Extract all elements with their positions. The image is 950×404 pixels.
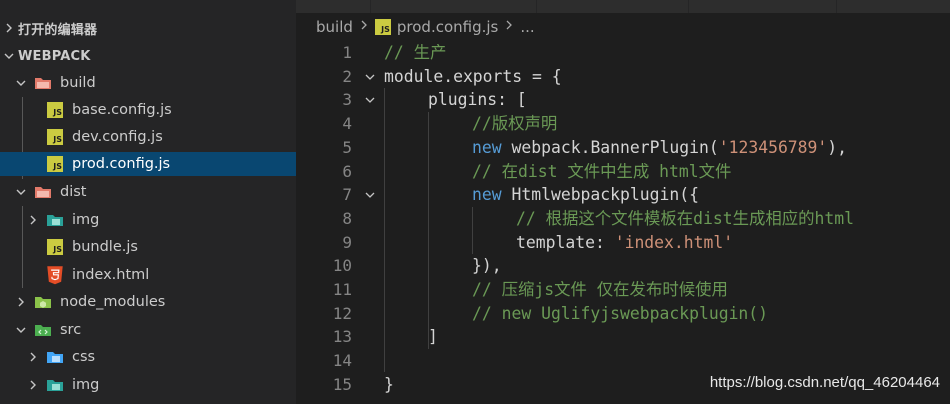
js-file-icon: JS [374,19,391,35]
line-number: 3 [342,90,352,110]
editor-tab-strip[interactable] [296,0,950,13]
folder-label: node_modules [60,294,166,310]
line-number: 12 [332,303,352,323]
chevron-right-icon [14,295,28,309]
tree-folder-node-modules[interactable]: node_modules [0,290,296,314]
breadcrumb-folder[interactable]: build [316,18,353,36]
code-line-10: }), [472,256,502,276]
js-file-icon: JS [46,129,64,145]
folder-label: src [60,322,82,338]
file-label: index.html [72,267,150,283]
code-line-15: } [384,374,394,394]
chevron-down-icon [14,76,28,90]
project-label: WEBPACK [18,48,91,64]
tab-divider [836,0,837,13]
file-label: bundle.js [72,239,138,255]
file-label: prod.config.js [72,156,171,172]
code-line-6: // 在dist 文件中生成 html文件 [472,161,732,181]
watermark-url: https://blog.csdn.net/qq_46204464 [709,374,940,391]
code-editor[interactable]: 1 2 3 4 5 6 7 8 9 10 11 12 13 14 15 // 生… [296,41,950,404]
open-editors-section[interactable]: 打开的编辑器 [0,16,296,40]
file-label: base.config.js [72,102,172,118]
tree-folder-dist-img[interactable]: img [0,208,296,232]
js-file-icon: JS [46,239,64,255]
code-line-3: plugins: [ [428,90,527,110]
line-number: 7 [342,185,352,205]
folder-build-icon [34,75,52,91]
chevron-right-icon [26,350,40,364]
tab-divider [688,0,689,13]
fold-chevron-icon[interactable] [364,65,376,89]
tree-folder-build[interactable]: build [0,71,296,95]
chevron-right-icon [26,378,40,392]
folder-images-icon [46,377,64,393]
chevron-right-icon [26,213,40,227]
tab-divider [370,0,371,13]
line-number: 8 [342,208,352,228]
chevron-right-icon [504,19,514,35]
chevron-down-icon [14,185,28,199]
code-line-2: module.exports = { [384,66,562,86]
code-line-8: // 根据这个文件模板在dist生成相应的html [516,208,855,228]
code-line-1: // 生产 [384,43,447,62]
line-number: 13 [332,327,352,347]
folder-images-icon [46,212,64,228]
code-line-11: // 压缩js文件 仅在发布时候使用 [472,280,728,299]
html5-file-icon [46,266,64,284]
folder-label: img [72,377,100,393]
code-line-13: ] [428,327,438,347]
indent-guide [472,206,473,254]
line-number: 2 [342,66,352,86]
fold-chevron-icon[interactable] [364,183,376,207]
tree-file-bundle[interactable]: JS bundle.js [0,235,296,259]
tree-folder-src[interactable]: src [0,318,296,342]
chevron-down-icon [2,49,16,63]
folder-node-icon [34,294,52,310]
code-line-9: template: 'index.html' [516,232,734,252]
code-line-7: new Htmlwebpackplugin({ [472,185,699,205]
tree-folder-src-css[interactable]: css [0,345,296,369]
indent-guide [384,88,385,373]
line-number: 6 [342,161,352,181]
line-number: 14 [332,351,352,371]
folder-label: dist [60,184,87,200]
tree-file-base-config[interactable]: JS base.config.js [0,98,296,122]
line-number: 4 [342,114,352,134]
project-section[interactable]: WEBPACK [0,44,296,68]
code-line-5: new webpack.BannerPlugin('123456789'), [472,137,848,157]
line-number: 1 [342,43,352,62]
chevron-right-icon [2,21,16,35]
folder-src-icon [34,322,52,338]
folder-css-icon [46,349,64,365]
indent-guide [428,112,429,350]
line-number: 9 [342,232,352,252]
code-line-4: //版权声明 [472,114,558,134]
folder-label: css [72,349,96,365]
tree-file-prod-config[interactable]: JS prod.config.js [0,152,296,176]
tree-file-index-html[interactable]: index.html [0,263,296,287]
tree-file-dev-config[interactable]: JS dev.config.js [0,125,296,149]
fold-chevron-icon[interactable] [364,88,376,112]
line-number: 5 [342,137,352,157]
js-file-icon: JS [46,102,64,118]
folder-label: img [72,212,100,228]
breadcrumb-file[interactable]: prod.config.js [397,18,498,36]
tab-divider [536,0,537,13]
code-line-12: // new Uglifyjswebpackplugin() [472,303,769,323]
chevron-right-icon [359,19,369,35]
folder-dist-icon [34,184,52,200]
explorer-sidebar: 打开的编辑器 WEBPACK build JS base.config.js J… [0,0,296,404]
breadcrumb-symbols[interactable]: ... [520,18,534,36]
folder-label: build [60,75,96,91]
breadcrumb: build JS prod.config.js ... [296,13,950,41]
js-file-icon: JS [46,156,64,172]
chevron-down-icon [14,323,28,337]
tree-folder-dist[interactable]: dist [0,180,296,204]
open-editors-label: 打开的编辑器 [18,22,98,38]
line-number: 11 [332,280,352,299]
tree-folder-src-img[interactable]: img [0,373,296,397]
line-number: 15 [332,374,352,394]
file-label: dev.config.js [72,129,163,145]
line-number: 10 [332,256,352,276]
